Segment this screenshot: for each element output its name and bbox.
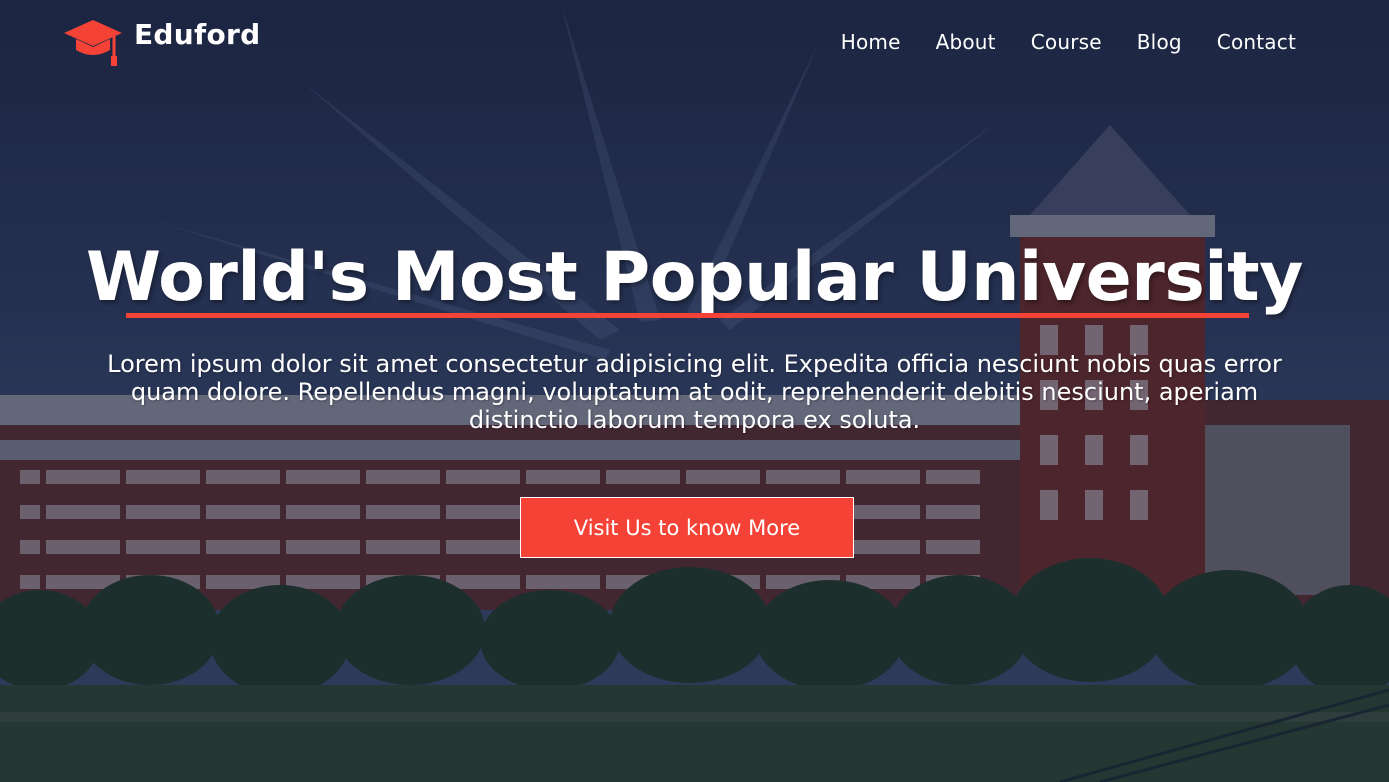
brand-logo[interactable]: Eduford xyxy=(62,16,260,70)
main-nav: Home About Course Blog Contact xyxy=(841,30,1296,54)
nav-link-blog[interactable]: Blog xyxy=(1137,30,1182,54)
visit-us-button[interactable]: Visit Us to know More xyxy=(520,497,854,558)
nav-link-home[interactable]: Home xyxy=(841,30,901,54)
hero-section: Eduford Home About Course Blog Contact W… xyxy=(0,0,1389,782)
brand-name: Eduford xyxy=(134,18,261,51)
nav-link-about[interactable]: About xyxy=(936,30,996,54)
nav-link-contact[interactable]: Contact xyxy=(1217,30,1296,54)
graduation-cap-icon xyxy=(64,20,122,66)
hero-description: Lorem ipsum dolor sit amet consectetur a… xyxy=(107,350,1282,434)
nav-link-course[interactable]: Course xyxy=(1031,30,1102,54)
hero-title: World's Most Popular University xyxy=(86,238,1303,317)
title-underline xyxy=(126,313,1249,318)
